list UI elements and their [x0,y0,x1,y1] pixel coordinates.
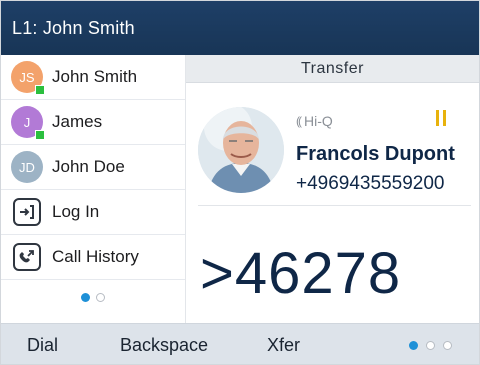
phone-screen: L1: John Smith JS John Smith J James JD … [0,0,480,365]
sidebar: JS John Smith J James JD John Doe Log In… [1,55,186,323]
pause-icon [436,110,446,126]
contact-photo [198,107,284,193]
person-photo-icon [198,107,284,193]
sidebar-item-label: Call History [52,247,139,266]
sidebar-page-indicator [1,293,185,302]
hd-audio-indicator: (( Hi-Q [296,113,333,129]
page-dot-active [409,341,418,350]
login-icon [13,198,41,226]
login-arrow-icon [20,205,34,219]
hd-audio-label: Hi-Q [304,113,333,129]
avatar: J [11,106,45,140]
sidebar-item-label: James [52,112,103,131]
page-dot [426,341,435,350]
avatar: JS [11,61,45,95]
sidebar-item-john-doe[interactable]: JD John Doe [1,145,185,190]
sidebar-item-john-smith[interactable]: JS John Smith [1,55,185,100]
sidebar-item-james[interactable]: J James [1,100,185,145]
avatar: JD [11,151,43,183]
dialed-number: >46278 [200,241,402,306]
sidebar-item-log-in[interactable]: Log In [1,190,185,235]
sidebar-item-label: John Smith [52,67,138,86]
softkey-bar: Dial Backspace Xfer [1,323,479,364]
sidebar-item-label: John Doe [52,157,125,176]
line-title: L1: John Smith [12,17,135,38]
softkey-page-indicator [409,341,452,350]
contact-name: Francols Dupont [296,143,455,165]
sidebar-item-call-history[interactable]: Call History [1,235,185,280]
phone-arrow-icon [19,250,34,263]
avatar-initials: JS [19,69,35,85]
call-history-icon [13,243,41,271]
avatar-initials: J [23,114,31,130]
sidebar-item-label: Log In [52,202,100,221]
presence-indicator [35,130,45,140]
contact-number: +4969435559200 [296,173,445,194]
page-dot-active [81,293,90,302]
call-panel: Transfer (( Hi-Q Francols Dupont +496943… [186,55,479,323]
dial-softkey[interactable]: Dial [27,324,58,364]
divider [198,205,471,206]
page-dot [443,341,452,350]
call-panel-title: Transfer [186,55,479,83]
backspace-softkey[interactable]: Backspace [120,324,208,364]
sound-waves-icon: (( [296,114,302,128]
avatar-initials: JD [19,159,35,175]
page-dot [96,293,105,302]
presence-indicator [35,85,45,95]
line-status-bar: L1: John Smith [1,1,479,55]
xfer-softkey[interactable]: Xfer [267,324,300,364]
